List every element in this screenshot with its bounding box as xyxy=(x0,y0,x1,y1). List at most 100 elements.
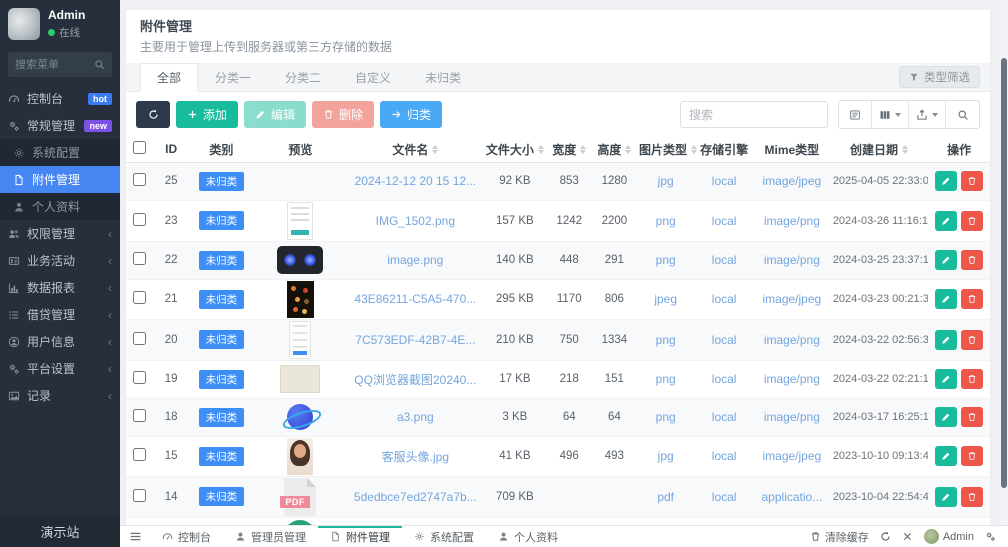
user-avatar[interactable] xyxy=(8,8,40,40)
sidebar-item-system-config[interactable]: 系统配置 xyxy=(0,139,120,166)
filename-link[interactable]: 5dedbce7ed2747a7b... xyxy=(354,490,477,504)
category-badge[interactable]: 未归类 xyxy=(199,290,245,309)
edit-button[interactable]: 编辑 xyxy=(244,101,306,128)
vertical-scrollbar[interactable] xyxy=(1000,0,1008,525)
type-value[interactable]: pdf xyxy=(657,490,674,504)
row-checkbox[interactable] xyxy=(133,489,146,502)
row-checkbox[interactable] xyxy=(133,252,146,265)
category-badge[interactable]: 未归类 xyxy=(199,211,245,230)
filename-link[interactable]: 2024-12-12 20 15 12... xyxy=(355,174,476,188)
row-checkbox[interactable] xyxy=(133,213,146,226)
category-badge[interactable]: 未归类 xyxy=(199,172,245,191)
footbar-settings-button[interactable] xyxy=(985,531,996,542)
row-delete-button[interactable] xyxy=(961,407,983,427)
sidebar-search-input[interactable] xyxy=(15,59,94,71)
type-value[interactable]: jpeg xyxy=(654,292,677,306)
preview-thumbnail-portrait[interactable] xyxy=(287,438,313,475)
delete-button[interactable]: 删除 xyxy=(312,101,374,128)
preview-thumbnail-screenshot[interactable] xyxy=(287,202,313,240)
sidebar-item-record[interactable]: 记录‹ xyxy=(0,382,120,409)
category-badge[interactable]: 未归类 xyxy=(199,251,245,270)
sort-icon[interactable] xyxy=(691,145,697,154)
footbar-tab-admin-manage[interactable]: 管理员管理 xyxy=(223,526,318,547)
column-header-inner[interactable]: 宽度 xyxy=(552,141,586,158)
footbar-tab-console[interactable]: 控制台 xyxy=(150,526,223,547)
row-edit-button[interactable] xyxy=(935,289,957,309)
category-badge[interactable]: 未归类 xyxy=(199,330,245,349)
row-checkbox[interactable] xyxy=(133,291,146,304)
engine-value[interactable]: local xyxy=(712,449,737,463)
row-checkbox[interactable] xyxy=(133,448,146,461)
preview-thumbnail-pdf[interactable]: PDF xyxy=(284,478,316,516)
tab-uncategorized[interactable]: 未归类 xyxy=(408,63,478,91)
engine-value[interactable]: local xyxy=(712,214,737,228)
tab-cat2[interactable]: 分类二 xyxy=(268,63,338,91)
mime-value[interactable]: image/png xyxy=(764,333,820,347)
footbar-close-button[interactable] xyxy=(902,531,913,542)
preview-thumbnail-phone[interactable] xyxy=(289,321,311,359)
row-delete-button[interactable] xyxy=(961,446,983,466)
column-header-inner[interactable]: 创建日期 xyxy=(850,141,908,158)
export-button[interactable] xyxy=(909,101,946,128)
filename-link[interactable]: 43E86211-C5A5-470... xyxy=(354,292,476,306)
type-value[interactable]: png xyxy=(656,253,676,267)
type-filter-button[interactable]: 类型筛选 xyxy=(899,66,980,88)
mime-value[interactable]: image/png xyxy=(764,410,820,424)
engine-value[interactable]: local xyxy=(712,490,737,504)
row-delete-button[interactable] xyxy=(961,250,983,270)
row-delete-button[interactable] xyxy=(961,289,983,309)
row-edit-button[interactable] xyxy=(935,487,957,507)
preview-thumbnail-device[interactable] xyxy=(277,246,323,274)
preview-thumbnail-photo[interactable] xyxy=(287,281,314,318)
column-header-inner[interactable]: 高度 xyxy=(597,141,631,158)
filename-link[interactable]: 7C573EDF-42B7-4E... xyxy=(355,333,475,347)
classify-button[interactable]: 归类 xyxy=(380,101,442,128)
footbar-user[interactable]: Admin xyxy=(924,529,974,544)
sidebar-item-report[interactable]: 数据报表‹ xyxy=(0,274,120,301)
type-value[interactable]: png xyxy=(656,410,676,424)
tab-custom[interactable]: 自定义 xyxy=(338,63,408,91)
column-header-inner[interactable]: 文件大小 xyxy=(486,141,544,158)
clear-cache-button[interactable]: 清除缓存 xyxy=(810,529,869,545)
mime-value[interactable]: image/png xyxy=(764,214,820,228)
mime-value[interactable]: image/png xyxy=(764,372,820,386)
category-badge[interactable]: 未归类 xyxy=(199,370,245,389)
engine-value[interactable]: local xyxy=(712,292,737,306)
column-header-inner[interactable]: 图片类型 xyxy=(639,141,697,158)
scrollbar-thumb[interactable] xyxy=(1001,58,1007,488)
mime-value[interactable]: image/png xyxy=(764,253,820,267)
row-checkbox[interactable] xyxy=(133,371,146,384)
engine-value[interactable]: local xyxy=(712,174,737,188)
category-badge[interactable]: 未归类 xyxy=(199,408,245,427)
footbar-tab-system-config[interactable]: 系统配置 xyxy=(402,526,486,547)
sidebar-item-business[interactable]: 业务活动‹ xyxy=(0,247,120,274)
preview-thumbnail-planet[interactable] xyxy=(284,401,316,433)
row-edit-button[interactable] xyxy=(935,407,957,427)
sidebar-item-loan[interactable]: 借贷管理‹ xyxy=(0,301,120,328)
sort-icon[interactable] xyxy=(580,145,586,154)
type-value[interactable]: jpg xyxy=(658,449,674,463)
tab-all[interactable]: 全部 xyxy=(140,63,198,92)
engine-value[interactable]: local xyxy=(712,410,737,424)
sidebar-item-attachment[interactable]: 附件管理 xyxy=(0,166,120,193)
sort-icon[interactable] xyxy=(432,145,438,154)
mime-value[interactable]: applicatio... xyxy=(762,490,823,504)
type-value[interactable]: png xyxy=(656,333,676,347)
sort-icon[interactable] xyxy=(538,145,544,154)
row-delete-button[interactable] xyxy=(961,369,983,389)
sidebar-item-userinfo[interactable]: 用户信息‹ xyxy=(0,328,120,355)
filename-link[interactable]: 客服头像.jpg xyxy=(382,450,449,464)
engine-value[interactable]: local xyxy=(712,333,737,347)
mime-value[interactable]: image/jpeg xyxy=(762,174,821,188)
type-value[interactable]: png xyxy=(656,214,676,228)
row-edit-button[interactable] xyxy=(935,369,957,389)
table-search-input[interactable] xyxy=(689,108,819,122)
mime-value[interactable]: image/jpeg xyxy=(762,292,821,306)
add-button[interactable]: 添加 xyxy=(176,101,238,128)
row-delete-button[interactable] xyxy=(961,330,983,350)
refresh-button[interactable] xyxy=(136,101,170,128)
row-delete-button[interactable] xyxy=(961,211,983,231)
filename-link[interactable]: QQ浏览器截图20240... xyxy=(354,373,476,387)
row-delete-button[interactable] xyxy=(961,171,983,191)
filename-link[interactable]: IMG_1502.png xyxy=(376,214,455,228)
